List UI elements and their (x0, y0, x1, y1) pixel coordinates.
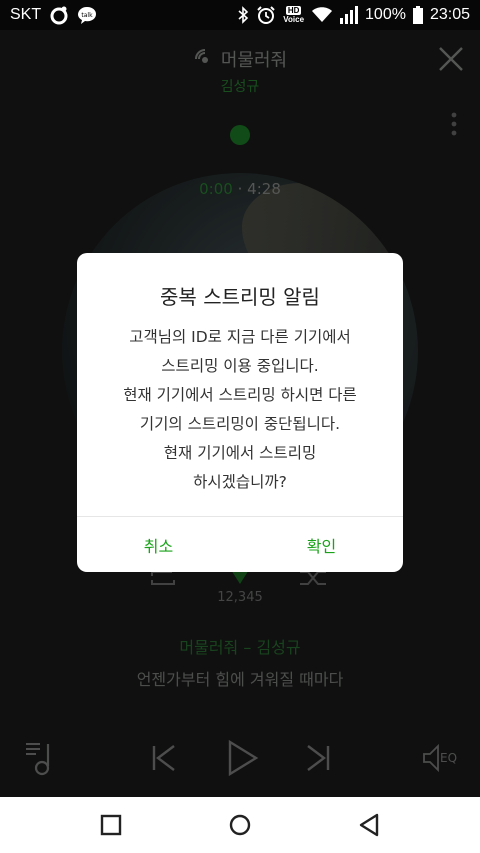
bluetooth-icon (237, 6, 249, 24)
carrier-label: SKT (10, 6, 42, 23)
dialog-message-line: 하시겠습니까? (193, 473, 287, 491)
signal-icon (340, 6, 359, 24)
music-app-notification-icon (49, 5, 69, 25)
battery-icon (412, 6, 423, 24)
svg-text:talk: talk (82, 12, 94, 19)
recent-apps-button[interactable] (97, 811, 125, 839)
dialog-message-line: 현재 기기에서 스트리밍 하시면 다른 (123, 386, 357, 404)
circle-icon (229, 814, 251, 836)
talk-notification-icon: talk (77, 5, 97, 25)
dialog-message-line: 고객님의 ID로 지금 다른 기기에서 (129, 328, 351, 346)
dialog-message-line: 현재 기기에서 스트리밍 (163, 444, 317, 462)
wifi-icon (311, 6, 333, 24)
dialog-message-line: 기기의 스트리밍이 중단됩니다. (139, 415, 341, 433)
dialog-title: 중복 스트리밍 알림 (160, 285, 320, 309)
dialog-message-line: 스트리밍 이용 중입니다. (161, 357, 319, 375)
voice-label: Voice (283, 15, 305, 24)
battery-percent: 100% (365, 6, 406, 23)
hd-voice-icon: HD Voice (283, 6, 304, 24)
back-triangle-icon (359, 813, 379, 837)
navigation-bar (0, 797, 480, 853)
square-icon (100, 814, 122, 836)
clock: 23:05 (429, 6, 470, 23)
confirm-button[interactable]: 확인 (240, 517, 403, 572)
alarm-icon (256, 5, 276, 25)
status-bar: SKT talk HD Voice 100% 23:05 (0, 0, 480, 30)
duplicate-streaming-dialog: 중복 스트리밍 알림 고객님의 ID로 지금 다른 기기에서 스트리밍 이용 중… (77, 253, 403, 572)
back-button[interactable] (355, 811, 383, 839)
hd-label: HD (285, 6, 302, 15)
dialog-message: 고객님의 ID로 지금 다른 기기에서 스트리밍 이용 중입니다. 현재 기기에… (77, 323, 403, 497)
home-button[interactable] (226, 811, 254, 839)
cancel-button[interactable]: 취소 (77, 517, 240, 572)
